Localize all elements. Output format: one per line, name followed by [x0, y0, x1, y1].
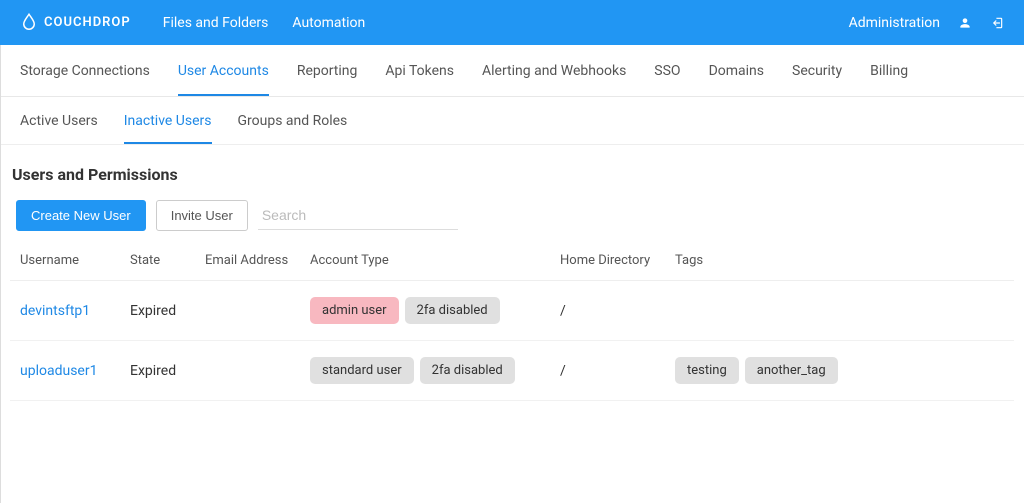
tags-cell: testinganother_tag	[665, 341, 1014, 401]
username-link[interactable]: devintsftp1	[20, 303, 90, 319]
col-username: Username	[10, 245, 120, 281]
account-type-pill: admin user	[310, 297, 399, 324]
username-link[interactable]: uploaduser1	[20, 363, 97, 379]
subtab-groups-and-roles[interactable]: Groups and Roles	[238, 99, 348, 143]
tag-pill: testing	[675, 357, 739, 384]
account-type-pill: 2fa disabled	[420, 357, 515, 384]
tab-sso[interactable]: SSO	[654, 47, 680, 95]
tab-storage-connections[interactable]: Storage Connections	[20, 47, 150, 95]
search-input[interactable]	[258, 201, 458, 230]
subtab-inactive-users[interactable]: Inactive Users	[124, 99, 212, 143]
home-cell: /	[550, 341, 665, 401]
topnav-automation[interactable]: Automation	[292, 15, 365, 31]
home-cell: /	[550, 281, 665, 341]
create-new-user-button[interactable]: Create New User	[16, 200, 146, 231]
col-state: State	[120, 245, 195, 281]
tab-domains[interactable]: Domains	[709, 47, 764, 95]
col-type: Account Type	[300, 245, 550, 281]
page-title: Users and Permissions	[10, 165, 1014, 184]
tag-pill: another_tag	[745, 357, 838, 384]
account-type-cell: admin user2fa disabled	[300, 281, 550, 341]
primary-tabs: Storage Connections User Accounts Reportin…	[0, 45, 1024, 97]
user-icon[interactable]	[958, 16, 972, 30]
drop-icon	[20, 12, 38, 34]
tab-user-accounts[interactable]: User Accounts	[178, 47, 269, 95]
subtab-active-users[interactable]: Active Users	[20, 99, 98, 143]
tab-alerting-and-webhooks[interactable]: Alerting and Webhooks	[482, 47, 626, 95]
table-row[interactable]: devintsftp1 Expired admin user2fa disabled…	[10, 281, 1014, 341]
account-type-cell: standard user2fa disabled	[300, 341, 550, 401]
invite-user-button[interactable]: Invite User	[156, 200, 248, 231]
users-table: Username State Email Address Account Typ…	[10, 245, 1014, 401]
col-tags: Tags	[665, 245, 1014, 281]
email-cell	[195, 341, 300, 401]
col-home: Home Directory	[550, 245, 665, 281]
email-cell	[195, 281, 300, 341]
brand-name: COUCHDROP	[44, 15, 131, 30]
account-type-pill: standard user	[310, 357, 414, 384]
tab-api-tokens[interactable]: Api Tokens	[385, 47, 454, 95]
logout-icon[interactable]	[990, 16, 1004, 30]
state-cell: Expired	[120, 341, 195, 401]
topbar-right: Administration	[849, 15, 1004, 31]
left-edge-divider	[0, 45, 1, 503]
col-email: Email Address	[195, 245, 300, 281]
tab-security[interactable]: Security	[792, 47, 842, 95]
topnav-files[interactable]: Files and Folders	[163, 15, 269, 31]
table-row[interactable]: uploaduser1 Expired standard user2fa disab…	[10, 341, 1014, 401]
secondary-tabs: Active Users Inactive Users Groups and Rol…	[0, 97, 1024, 145]
tab-billing[interactable]: Billing	[870, 47, 908, 95]
topbar: COUCHDROP Files and Folders Automation A…	[0, 0, 1024, 45]
brand[interactable]: COUCHDROP	[20, 12, 131, 34]
topnav-administration[interactable]: Administration	[849, 15, 940, 31]
page-body: Users and Permissions Create New User In…	[0, 145, 1024, 401]
tab-reporting[interactable]: Reporting	[297, 47, 358, 95]
state-cell: Expired	[120, 281, 195, 341]
tags-cell	[665, 281, 1014, 341]
account-type-pill: 2fa disabled	[405, 297, 500, 324]
topnav: Files and Folders Automation	[163, 15, 365, 31]
action-row: Create New User Invite User	[10, 200, 1014, 245]
